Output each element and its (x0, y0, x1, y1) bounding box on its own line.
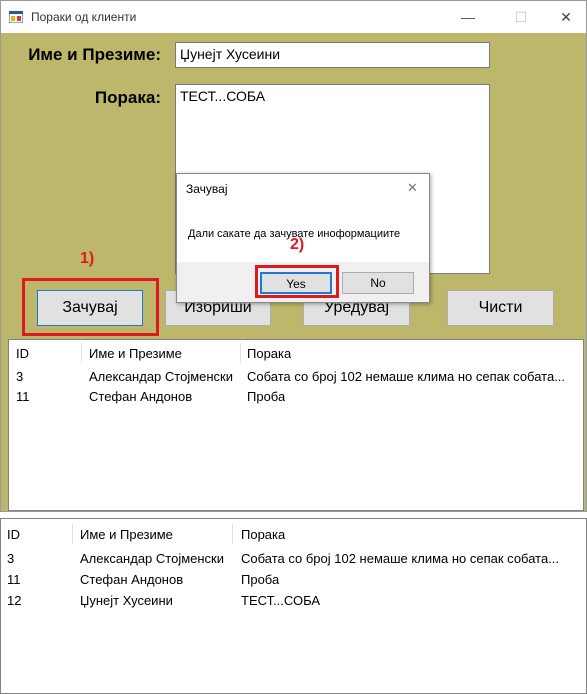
column-header-message[interactable]: Порака (241, 527, 285, 542)
column-header-name[interactable]: Име и Презиме (80, 527, 173, 542)
column-separator[interactable] (81, 343, 82, 363)
cell-message: Проба (241, 572, 280, 587)
annotation-step-1: 1) (80, 250, 95, 267)
column-header-id[interactable]: ID (16, 346, 29, 361)
grid-header: ID Име и Презиме Порака (9, 340, 583, 366)
dialog-close-button[interactable]: ✕ (407, 180, 418, 196)
cell-name: Џунејт Хусеини (80, 593, 173, 608)
cell-id: 11 (16, 389, 30, 404)
maximize-button[interactable]: ☐ (503, 5, 539, 29)
messages-grid-bottom[interactable]: ID Име и Презиме Порака 3 Александар Сто… (0, 518, 587, 694)
cell-message: Собата со број 102 немаше клима но сепак… (241, 551, 560, 566)
clear-button[interactable]: Чисти (447, 290, 554, 326)
no-button[interactable]: No (342, 272, 414, 294)
minimize-button[interactable]: — (450, 5, 486, 29)
cell-name: Стефан Андонов (89, 389, 193, 404)
column-header-id[interactable]: ID (7, 527, 20, 542)
messages-grid-top[interactable]: ID Име и Презиме Порака 3 Александар Сто… (8, 339, 584, 511)
cell-message: Проба (247, 389, 286, 404)
title-bar: Пораки од клиенти — ☐ ✕ (1, 1, 586, 33)
dialog-title: Зачувај (186, 182, 228, 196)
name-label: Име и Презиме: (28, 45, 161, 64)
column-separator[interactable] (232, 524, 233, 544)
highlight-box-yes (255, 265, 339, 298)
app-window: Пораки од клиенти — ☐ ✕ Име и Презиме: Џ… (0, 0, 587, 512)
cell-id: 12 (7, 593, 22, 608)
cell-message: Собата со број 102 немаше клима но сепак… (247, 369, 566, 384)
close-button[interactable]: ✕ (548, 5, 584, 29)
annotation-step-2: 2) (290, 236, 305, 253)
cell-name: Александар Стојменски (89, 369, 233, 384)
column-header-name[interactable]: Име и Презиме (89, 346, 182, 361)
app-icon (9, 11, 23, 23)
cell-id: 3 (7, 551, 15, 566)
window-title: Пораки од клиенти (31, 10, 137, 24)
cell-id: 11 (7, 572, 21, 587)
cell-name: Стефан Андонов (80, 572, 184, 587)
column-separator[interactable] (240, 343, 241, 363)
grid-header: ID Име и Презиме Порака (1, 519, 586, 545)
message-label: Порака: (94, 88, 161, 107)
column-header-message[interactable]: Порака (247, 346, 291, 361)
cell-message: ТЕСТ...СОБА (241, 593, 321, 608)
cell-id: 3 (16, 369, 24, 384)
cell-name: Александар Стојменски (80, 551, 224, 566)
name-input[interactable]: Џунејт Хусеини (175, 42, 490, 68)
highlight-box-save (22, 278, 159, 336)
column-separator[interactable] (72, 524, 73, 544)
